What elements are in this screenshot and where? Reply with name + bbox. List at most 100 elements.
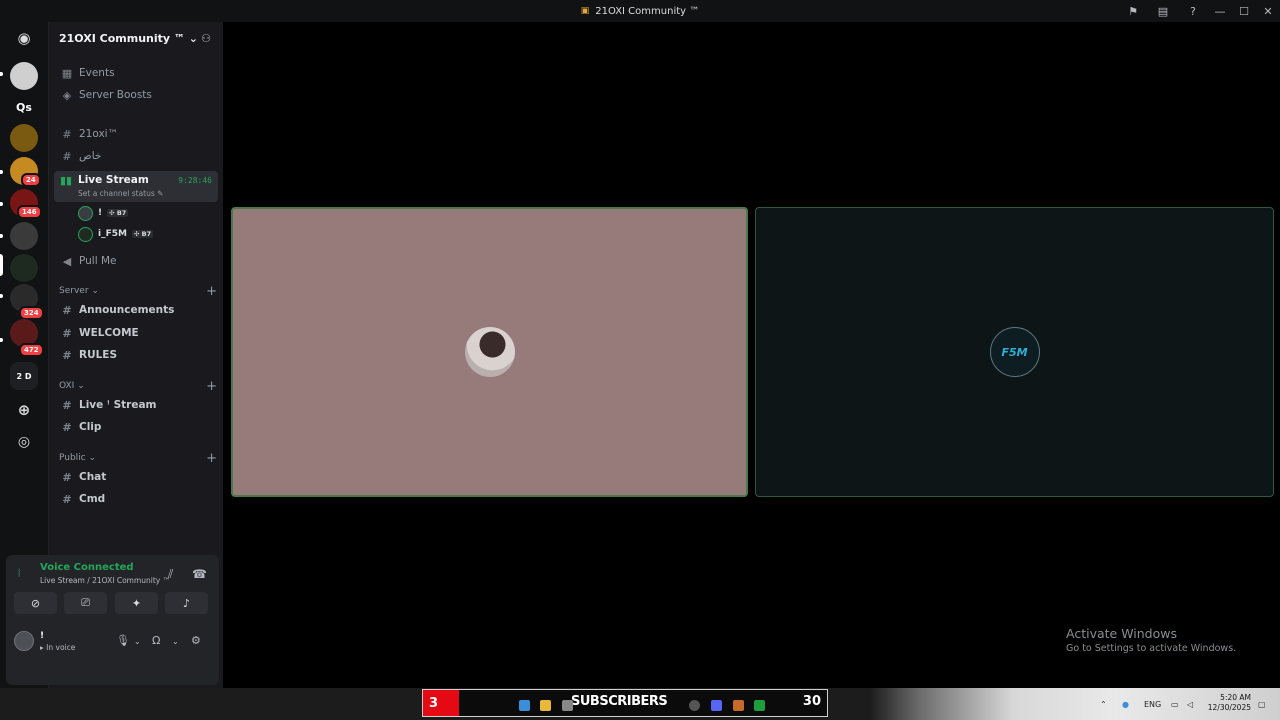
server-icon-1[interactable]: [10, 62, 38, 90]
server-icon-qs[interactable]: Qs: [10, 93, 38, 121]
server-badge: 146: [17, 205, 42, 219]
minimize-button[interactable]: —: [1208, 0, 1232, 22]
settings-gear-icon[interactable]: ⚙: [191, 634, 201, 647]
hash-icon: #: [62, 326, 72, 340]
channel-clip[interactable]: # Clip: [55, 417, 218, 437]
inbox-icon[interactable]: ▤: [1148, 0, 1178, 22]
user-bar: ! ▸ In voice 🎙 ⌄ Ω ⌄ ⚙: [6, 627, 219, 667]
taskbar-app-icon[interactable]: [562, 700, 573, 711]
invite-icon[interactable]: ⚇: [201, 32, 211, 45]
hash-icon: #: [62, 348, 72, 362]
hash-icon: #: [62, 303, 72, 317]
avatar: [78, 226, 93, 242]
chevron-down-icon[interactable]: ⌄: [134, 637, 141, 646]
avatar: [78, 205, 93, 221]
add-channel-icon[interactable]: +: [206, 379, 217, 394]
taskbar-app-icon[interactable]: [689, 700, 700, 711]
voice-channel-live-stream[interactable]: ▮▮ Live Stream Set a channel status ✎ 9:…: [54, 171, 218, 202]
discord-home-icon[interactable]: ◉: [10, 24, 38, 52]
hash-icon: #: [62, 149, 72, 163]
notifications-icon[interactable]: ▢: [1258, 688, 1266, 720]
subscriber-count-left: 3: [423, 690, 459, 716]
volume-icon[interactable]: ◁: [1187, 688, 1193, 720]
taskbar-clock[interactable]: 5:20 AM 12/30/2025: [1205, 693, 1251, 713]
calendar-icon: ▦: [61, 66, 73, 80]
server-icon-3[interactable]: [10, 124, 38, 152]
category-oxi[interactable]: OXI ⌄ +: [59, 379, 217, 394]
tray-overflow-icon[interactable]: ⌃: [1100, 688, 1107, 720]
soundboard-icon: ♪: [182, 596, 191, 610]
discord-taskbar-icon[interactable]: [711, 700, 722, 711]
signal-icon: ⦚: [18, 567, 21, 580]
language-indicator[interactable]: ENG: [1144, 688, 1161, 720]
windows-activation-watermark: Activate Windows Go to Settings to activ…: [1066, 626, 1237, 654]
add-channel-icon[interactable]: +: [206, 284, 217, 299]
server-header[interactable]: 21OXI Community ™ ⌄ ⚇: [49, 22, 223, 54]
channel-rules[interactable]: # RULES: [55, 345, 218, 365]
file-explorer-icon[interactable]: [540, 700, 551, 711]
user-name[interactable]: !: [40, 631, 44, 641]
server-badge: 324: [19, 306, 44, 320]
camera-button[interactable]: ⊘: [14, 592, 57, 614]
voice-user[interactable]: ! ✣ B7: [78, 204, 129, 222]
server-icon-7[interactable]: [10, 254, 38, 282]
xbox-icon[interactable]: [754, 700, 765, 711]
channel-welcome[interactable]: # WELCOME: [55, 323, 218, 343]
activities-icon: ✦: [131, 596, 142, 610]
channel-chat[interactable]: # Chat: [55, 467, 218, 487]
voice-status-subtitle[interactable]: Live Stream / 21OXI Community ™: [40, 576, 170, 585]
headphones-icon[interactable]: Ω: [152, 634, 160, 647]
voice-stage: F5M: [223, 22, 1280, 688]
live-timer: 9:28:46: [178, 176, 212, 185]
channel-21oxi[interactable]: # 21oxi™: [55, 124, 218, 144]
chevron-down-icon[interactable]: ⌄: [172, 637, 179, 646]
add-server-icon[interactable]: ⊕: [10, 396, 38, 424]
screen-share-button[interactable]: ⎚: [64, 592, 107, 614]
noise-suppression-icon[interactable]: ⫽: [168, 567, 173, 582]
discover-icon[interactable]: ◎: [10, 428, 38, 456]
activities-button[interactable]: ✦: [115, 592, 158, 614]
network-icon[interactable]: ▭: [1171, 688, 1179, 720]
subscriber-count-right: 30: [802, 694, 821, 709]
user-tag: ✣ B7: [131, 230, 154, 238]
selected-indicator: [0, 254, 3, 276]
participant-tile[interactable]: F5M: [755, 207, 1274, 497]
channel-live-stream[interactable]: # Live ꜝ Stream: [55, 395, 218, 415]
channel-status[interactable]: Set a channel status ✎: [78, 189, 163, 198]
add-channel-icon[interactable]: +: [206, 451, 217, 466]
soundboard-button[interactable]: ♪: [165, 592, 208, 614]
server-badge: 472: [19, 343, 44, 357]
channel-cmd[interactable]: # Cmd: [55, 489, 218, 509]
start-icon[interactable]: [519, 700, 530, 711]
server-icon-6[interactable]: [10, 222, 38, 250]
category-public[interactable]: Public ⌄ +: [59, 451, 217, 466]
events-link[interactable]: ▦ Events: [55, 63, 218, 83]
channel-announcements[interactable]: # Announcements: [55, 300, 218, 320]
hash-icon: #: [62, 398, 72, 412]
window-title: ▣ 21OXI Community ™: [580, 5, 700, 17]
server-folder[interactable]: 2 D: [10, 362, 38, 390]
taskbar: 3 SUBSCRIBERS 30 ⌃ ● ENG ▭ ◁ 5:20 AM 12/…: [0, 688, 1280, 720]
voice-panel: ⦚ Voice Connected Live Stream / 21OXI Co…: [6, 555, 219, 685]
voice-status-title[interactable]: Voice Connected: [40, 562, 134, 573]
user-avatar[interactable]: [14, 631, 34, 651]
category-server[interactable]: Server ⌄ +: [59, 284, 217, 299]
speaker-icon: ◀: [62, 254, 72, 268]
maximize-button[interactable]: ☐: [1232, 0, 1256, 22]
screen-share-icon: ⎚: [81, 596, 90, 609]
subscriber-widget: 3 SUBSCRIBERS 30: [422, 689, 828, 717]
flag-icon[interactable]: ⚑: [1118, 0, 1148, 22]
close-button[interactable]: ✕: [1256, 0, 1280, 22]
help-icon[interactable]: ?: [1178, 0, 1208, 22]
unread-indicator: [0, 72, 3, 76]
disconnect-icon[interactable]: ☎: [192, 567, 207, 581]
subscriber-label: SUBSCRIBERS: [571, 694, 668, 709]
voice-channel-pull-me[interactable]: ◀ Pull Me: [55, 251, 218, 271]
taskbar-app-icon[interactable]: [733, 700, 744, 711]
microphone-icon[interactable]: 🎙: [116, 634, 130, 647]
channel-private[interactable]: # خاص: [55, 146, 218, 166]
microphone-tray-icon[interactable]: ●: [1122, 688, 1129, 720]
voice-user[interactable]: i_F5M ✣ B7: [78, 225, 154, 243]
server-boosts-link[interactable]: ◈ Server Boosts: [55, 85, 218, 105]
participant-tile[interactable]: [231, 207, 748, 497]
